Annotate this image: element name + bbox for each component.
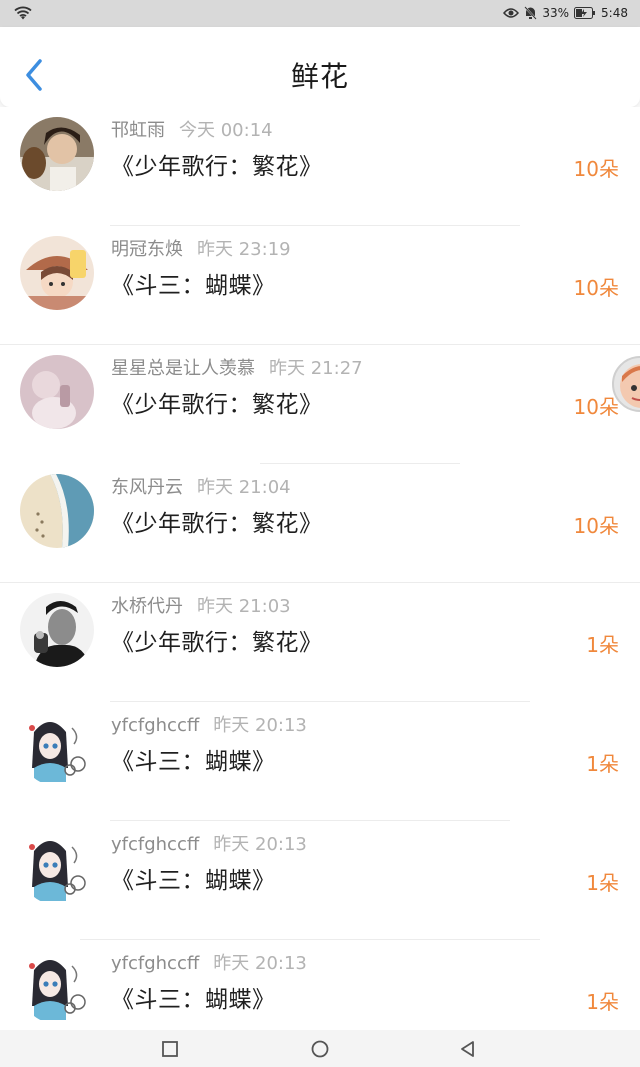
sender-name[interactable]: 星星总是让人羡慕: [111, 358, 255, 379]
book-title[interactable]: 《少年歌行：繁花》: [111, 504, 323, 538]
recent-apps-icon[interactable]: [160, 1039, 180, 1059]
book-title[interactable]: 《少年歌行：繁花》: [111, 385, 323, 419]
anime-girl-avatar[interactable]: [20, 712, 94, 786]
list-item[interactable]: 明冠东焕 昨天 23:19 《斗三：蝴蝶》 10朵: [0, 226, 640, 345]
beach-avatar[interactable]: [20, 474, 94, 548]
sender-meta: 水桥代丹 昨天 21:03: [111, 592, 291, 618]
list-item[interactable]: yfcfghccff 昨天 20:13 《斗三：蝴蝶》 1朵: [0, 702, 640, 821]
portrait-avatar[interactable]: [20, 117, 94, 191]
send-time: 昨天 20:13: [213, 834, 307, 855]
send-time: 昨天 20:13: [213, 715, 307, 736]
sender-name[interactable]: yfcfghccff: [111, 834, 199, 855]
sender-meta: yfcfghccff 昨天 20:13: [111, 949, 307, 975]
sender-meta: yfcfghccff 昨天 20:13: [111, 711, 307, 737]
back-icon[interactable]: [458, 1039, 478, 1059]
page-title: 鲜花: [290, 60, 349, 93]
flower-count: 10朵: [573, 276, 619, 300]
list-item[interactable]: 星星总是让人羡慕 昨天 21:27 《少年歌行：繁花》 10朵: [0, 345, 640, 464]
send-time: 昨天 21:04: [197, 477, 291, 498]
wifi-icon: [14, 6, 32, 20]
sender-meta: 明冠东焕 昨天 23:19: [111, 235, 291, 261]
book-title[interactable]: 《少年歌行：繁花》: [111, 147, 323, 181]
system-nav-bar: [0, 1030, 640, 1067]
home-icon[interactable]: [310, 1039, 330, 1059]
anime-girl-avatar[interactable]: [20, 831, 94, 905]
sender-name[interactable]: yfcfghccff: [111, 953, 199, 974]
send-time: 昨天 21:03: [197, 596, 291, 617]
bw-portrait-avatar[interactable]: [20, 593, 94, 667]
book-title[interactable]: 《斗三：蝴蝶》: [111, 742, 276, 776]
sender-meta: 邗虹雨 今天 00:14: [111, 116, 273, 142]
anime-girl-avatar[interactable]: [20, 950, 94, 1024]
sender-meta: yfcfghccff 昨天 20:13: [111, 830, 307, 856]
flower-count: 1朵: [586, 871, 619, 895]
sender-name[interactable]: 邗虹雨: [111, 120, 165, 141]
book-title[interactable]: 《斗三：蝴蝶》: [111, 266, 276, 300]
flower-count: 1朵: [586, 633, 619, 657]
flower-count: 1朵: [586, 990, 619, 1014]
sender-meta: 东风丹云 昨天 21:04: [111, 473, 291, 499]
flower-gift-list: 邗虹雨 今天 00:14 《少年歌行：繁花》 10朵 明冠东焕 昨天 23:19 《…: [0, 107, 640, 1048]
send-time: 昨天 23:19: [197, 239, 291, 260]
mute-bell-icon: [524, 6, 538, 20]
sender-name[interactable]: 水桥代丹: [111, 596, 183, 617]
clock: 5:48: [601, 6, 628, 20]
send-time: 昨天 20:13: [213, 953, 307, 974]
flower-count: 10朵: [573, 157, 619, 181]
cartoon-avatar[interactable]: [20, 236, 94, 310]
battery-percent: 33%: [542, 6, 570, 20]
pink-avatar[interactable]: [20, 355, 94, 429]
sender-name[interactable]: 东风丹云: [111, 477, 183, 498]
sender-name[interactable]: 明冠东焕: [111, 239, 183, 260]
list-item[interactable]: 东风丹云 昨天 21:04 《少年歌行：繁花》 10朵: [0, 464, 640, 583]
list-item[interactable]: 邗虹雨 今天 00:14 《少年歌行：繁花》 10朵: [0, 107, 640, 226]
book-title[interactable]: 《斗三：蝴蝶》: [111, 980, 276, 1014]
sender-meta: 星星总是让人羡慕 昨天 21:27: [111, 354, 363, 380]
book-title[interactable]: 《斗三：蝴蝶》: [111, 861, 276, 895]
list-item[interactable]: 水桥代丹 昨天 21:03 《少年歌行：繁花》 1朵: [0, 583, 640, 702]
eye-icon: [503, 8, 520, 18]
send-time: 今天 00:14: [179, 120, 273, 141]
flower-count: 10朵: [573, 514, 619, 538]
sender-name[interactable]: yfcfghccff: [111, 715, 199, 736]
book-title[interactable]: 《少年歌行：繁花》: [111, 623, 323, 657]
app-header: 鲜花: [0, 27, 640, 107]
flower-count: 10朵: [573, 395, 619, 419]
list-item[interactable]: yfcfghccff 昨天 20:13 《斗三：蝴蝶》 1朵: [0, 821, 640, 940]
flower-count: 1朵: [586, 752, 619, 776]
send-time: 昨天 21:27: [269, 358, 363, 379]
status-bar: 33% 5:48: [0, 0, 640, 27]
battery-icon: [574, 7, 596, 19]
